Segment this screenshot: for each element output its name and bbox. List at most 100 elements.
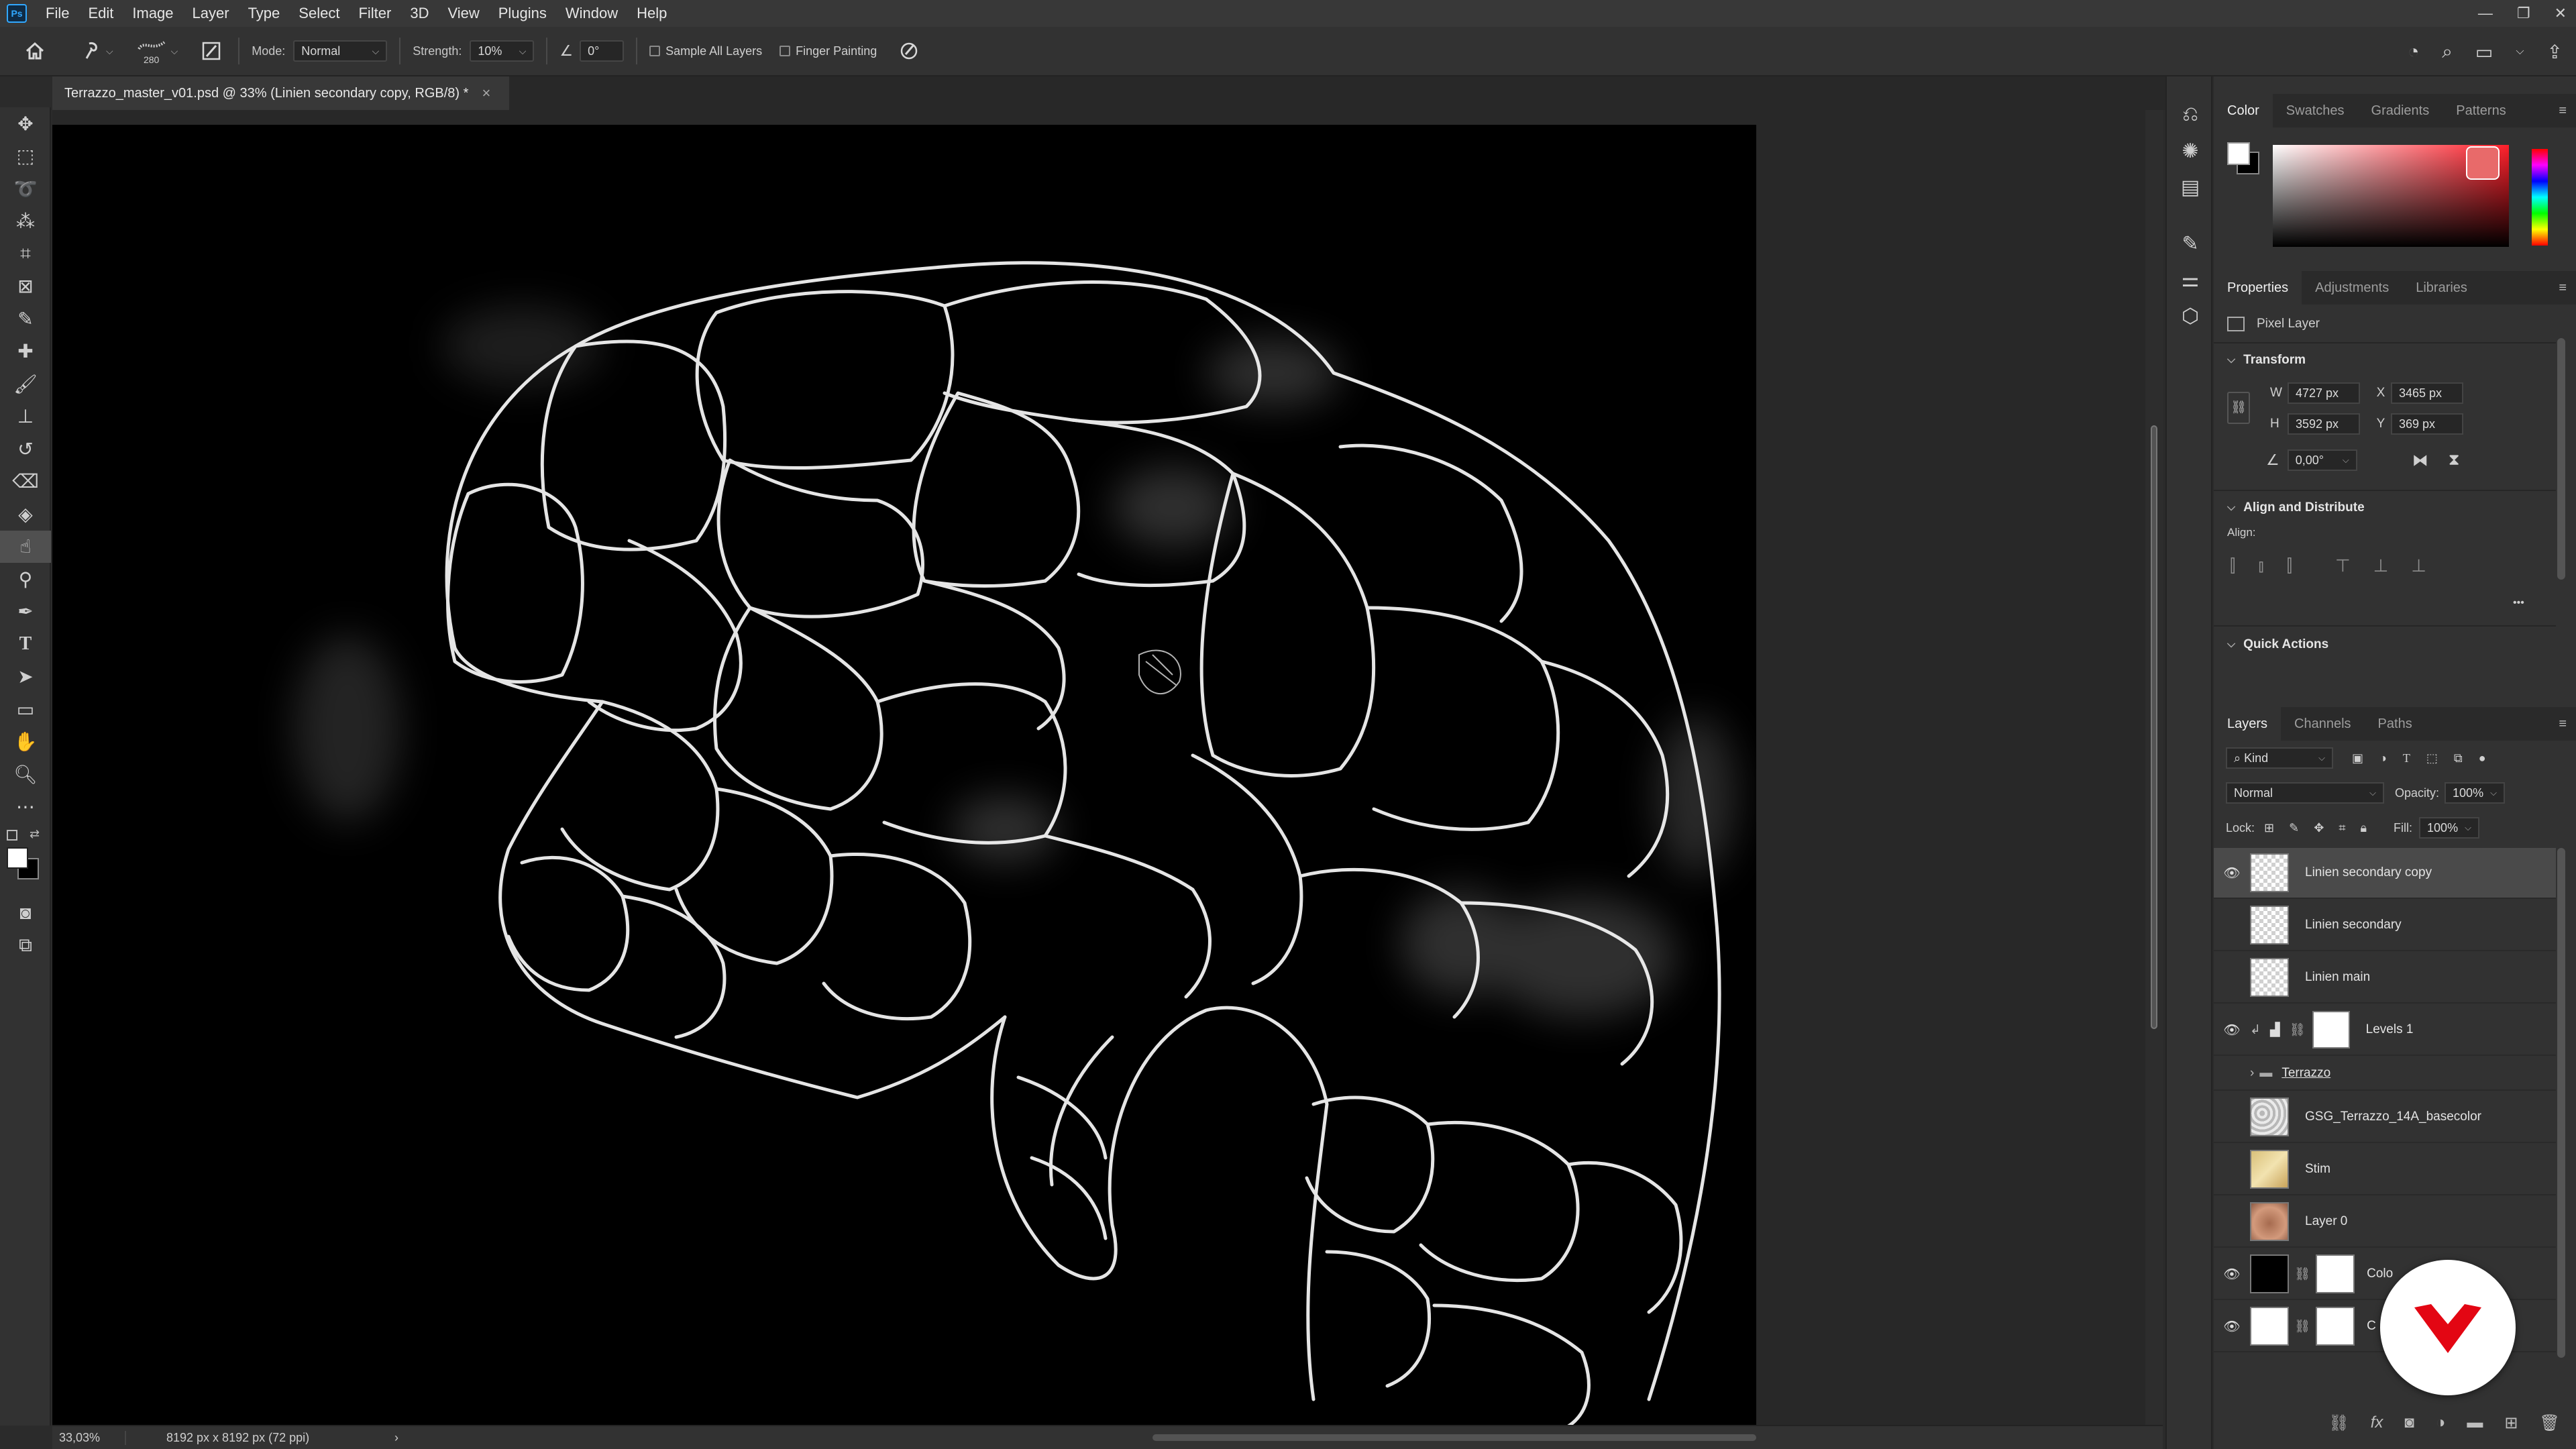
adjustment-icon[interactable]: ◑: [2436, 1413, 2446, 1432]
rectangle-tool-icon[interactable]: ▭: [0, 693, 51, 726]
menu-view[interactable]: View: [438, 5, 488, 22]
panel-menu-icon[interactable]: ≡: [2559, 280, 2576, 296]
lock-position-icon[interactable]: ✥: [2314, 821, 2324, 835]
menu-help[interactable]: Help: [627, 5, 676, 22]
layer-name[interactable]: Colo: [2367, 1267, 2393, 1281]
group-expand-chevron-icon[interactable]: ›: [2250, 1066, 2254, 1081]
tab-properties[interactable]: Properties: [2214, 271, 2302, 305]
share-icon[interactable]: ⇪: [2547, 41, 2563, 63]
flip-horizontal-icon[interactable]: ⧓: [2412, 451, 2428, 470]
y-field[interactable]: 369 px: [2391, 413, 2463, 435]
close-window-button[interactable]: ✕: [2555, 5, 2567, 22]
link-icon[interactable]: ⛓: [2328, 1413, 2349, 1433]
fx-icon[interactable]: fx: [2371, 1413, 2383, 1432]
layer-row[interactable]: Stim: [2214, 1144, 2556, 1195]
layer-name[interactable]: Linien secondary copy: [2305, 865, 2432, 880]
layer-name[interactable]: Layer 0: [2305, 1214, 2347, 1229]
gamut-warning-icon[interactable]: [2466, 146, 2500, 180]
pen-tool-icon[interactable]: ✒: [0, 596, 51, 629]
scroll-thumb[interactable]: [2151, 425, 2157, 1029]
eye-icon[interactable]: 👁︎: [2214, 1318, 2250, 1335]
swap-colors-icon[interactable]: ⇄: [30, 827, 40, 841]
mask-thumbnail[interactable]: [2312, 1011, 2350, 1049]
frame-tool-icon[interactable]: ⊠: [0, 270, 51, 303]
align-center-h-icon[interactable]: ⫾: [2258, 555, 2263, 577]
crop-tool-icon[interactable]: ⌗: [0, 237, 51, 270]
search-icon[interactable]: ⌕: [2442, 41, 2453, 63]
smudge-tool-icon[interactable]: ☝: [0, 530, 51, 563]
tab-swatches[interactable]: Swatches: [2273, 94, 2358, 127]
color-swatches[interactable]: ⇄: [0, 823, 50, 897]
panel-menu-icon[interactable]: ≡: [2559, 103, 2576, 119]
vertical-scrollbar[interactable]: [2145, 110, 2163, 1425]
tab-paths[interactable]: Paths: [2365, 707, 2426, 741]
eyedropper-tool-icon[interactable]: ✎: [0, 303, 51, 335]
layer-row[interactable]: Linien main: [2214, 953, 2556, 1004]
tab-adjustments[interactable]: Adjustments: [2302, 271, 2402, 305]
tab-channels[interactable]: Channels: [2281, 707, 2365, 741]
preset-dropdown-icon[interactable]: ⌵: [106, 46, 113, 57]
foreground-color-chip[interactable]: [2227, 142, 2250, 165]
layer-row[interactable]: Linien secondary: [2214, 900, 2556, 951]
paint-bucket-tool-icon[interactable]: ◈: [0, 498, 51, 531]
layer-name[interactable]: Stim: [2305, 1162, 2330, 1177]
link-dimensions-icon[interactable]: ⛓: [2227, 392, 2250, 424]
dodge-tool-icon[interactable]: ⚲: [0, 563, 51, 596]
layer-name[interactable]: Levels 1: [2366, 1022, 2414, 1037]
mask-icon[interactable]: ◙: [2404, 1413, 2414, 1432]
quick-mask-icon[interactable]: ◙: [0, 897, 51, 930]
healing-brush-tool-icon[interactable]: ✚: [0, 335, 51, 368]
workspace-dropdown-icon[interactable]: ⌵: [2516, 46, 2524, 58]
home-icon[interactable]: [20, 36, 50, 66]
eye-icon[interactable]: 👁︎: [2214, 865, 2250, 881]
lasso-tool-icon[interactable]: ➰: [0, 172, 51, 205]
menu-3d[interactable]: 3D: [400, 5, 438, 22]
strength-field[interactable]: 10% ⌵: [470, 40, 535, 62]
align-top-icon[interactable]: ⊤: [2335, 555, 2351, 577]
mode-select[interactable]: Normal ⌵: [293, 40, 388, 62]
adjustments-panel-icon[interactable]: ⚌: [2167, 262, 2214, 298]
learn-panel-icon[interactable]: ✺: [2167, 133, 2214, 169]
layer-name[interactable]: Linien secondary: [2305, 918, 2402, 932]
tab-layers[interactable]: Layers: [2214, 707, 2282, 741]
tab-libraries[interactable]: Libraries: [2402, 271, 2481, 305]
layer-name[interactable]: C: [2367, 1319, 2376, 1334]
menu-type[interactable]: Type: [239, 5, 290, 22]
sample-all-layers-checkbox[interactable]: Sample All Layers: [649, 44, 762, 58]
align-section-header[interactable]: ⌵ Align and Distribute: [2227, 500, 2365, 515]
more-tools-icon[interactable]: ⋯: [0, 791, 51, 824]
layer-name[interactable]: GSG_Terrazzo_14A_basecolor: [2305, 1110, 2481, 1124]
layer-group-row[interactable]: › ▬ Terrazzo: [2214, 1057, 2556, 1091]
layer-filter-select[interactable]: ⌕ Kind ⌵: [2226, 747, 2333, 769]
status-arrow-icon[interactable]: ›: [394, 1431, 398, 1445]
layer-name[interactable]: Terrazzo: [2282, 1066, 2330, 1081]
canvas-area[interactable]: [52, 110, 2145, 1425]
clone-stamp-tool-icon[interactable]: ⊥: [0, 400, 51, 433]
hue-slider[interactable]: [2532, 149, 2548, 246]
brush-tool-icon[interactable]: 🖌: [0, 368, 51, 400]
type-tool-icon[interactable]: T: [0, 628, 51, 661]
fill-field[interactable]: 100% ⌵: [2419, 817, 2480, 839]
height-field[interactable]: 3592 px: [2288, 413, 2360, 435]
menu-filter[interactable]: Filter: [349, 5, 400, 22]
group-icon[interactable]: ▬: [2467, 1413, 2483, 1432]
document-tab[interactable]: Terrazzo_master_v01.psd @ 33% (Linien se…: [52, 76, 510, 110]
flip-vertical-icon[interactable]: ⧗: [2449, 451, 2460, 470]
menu-plugins[interactable]: Plugins: [489, 5, 556, 22]
filter-toggle-icon[interactable]: ●: [2479, 751, 2486, 765]
lock-artboard-icon[interactable]: ⌗: [2339, 821, 2345, 835]
brush-size-picker[interactable]: 280: [136, 37, 167, 65]
horizontal-scrollbar-thumb[interactable]: [1152, 1434, 1756, 1441]
history-brush-tool-icon[interactable]: ↺: [0, 433, 51, 466]
tab-gradients[interactable]: Gradients: [2358, 94, 2443, 127]
hand-tool-icon[interactable]: ✋: [0, 726, 51, 759]
angle-field[interactable]: 0,00° ⌵: [2287, 449, 2357, 471]
filter-shape-icon[interactable]: ⬚: [2426, 751, 2438, 765]
foreground-color-swatch[interactable]: [7, 847, 28, 869]
restore-button[interactable]: ❐: [2517, 5, 2530, 22]
new-layer-icon[interactable]: ⊞: [2504, 1413, 2518, 1433]
filter-type-icon[interactable]: T: [2403, 751, 2410, 765]
menu-select[interactable]: Select: [289, 5, 349, 22]
align-right-icon[interactable]: ⫿: [2287, 555, 2292, 577]
finger-painting-checkbox[interactable]: Finger Painting: [780, 44, 877, 58]
